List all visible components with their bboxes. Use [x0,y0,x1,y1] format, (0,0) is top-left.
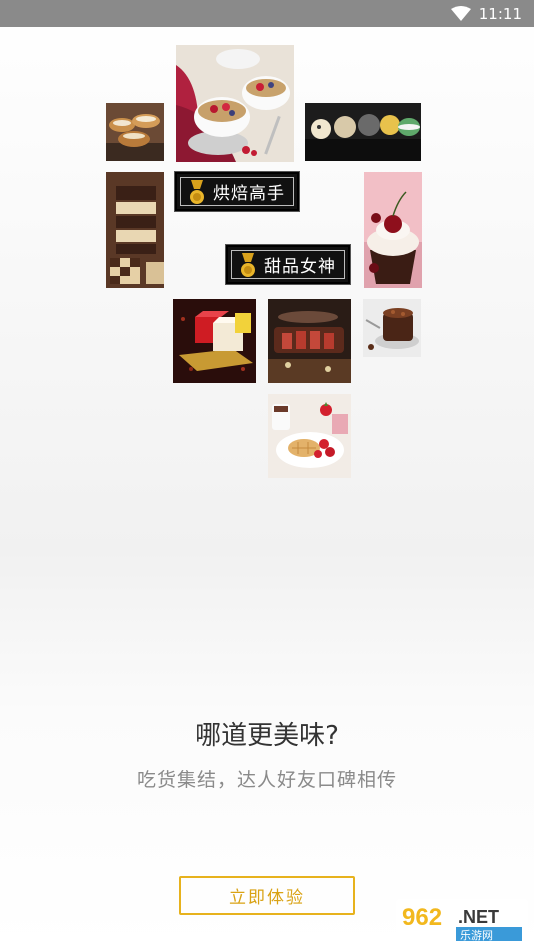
wifi-icon [450,6,471,21]
food-image-checker-cookies [106,172,164,288]
food-image-macarons [305,103,421,161]
watermark-site: 乐游网 [460,929,493,942]
medal-icon [241,253,255,277]
food-image-berry-bowls [176,45,294,162]
food-image-strawberry-plate [268,394,351,478]
food-image-eclairs [106,103,164,161]
watermark-suffix: .NET [458,907,499,927]
badge-baking-master: 烘焙高手 [175,172,299,211]
status-time: 11:11 [478,5,522,23]
badge-baking-label: 烘焙高手 [213,184,285,204]
page-title: 哪道更美味? [195,721,339,751]
badge-dessert-goddess: 甜品女神 [226,245,350,284]
watermark-number: 962 [402,904,442,931]
badge-dessert-label: 甜品女神 [264,257,336,277]
page-subtitle: 吃货集结，达人好友口碑相传 [136,769,397,791]
food-image-steak [268,299,351,383]
food-image-cherry-cupcake [364,172,422,288]
medal-icon [190,180,204,204]
food-image-chocolate-pot [363,299,421,357]
try-now-button[interactable]: 立即体验 [179,876,355,915]
food-image-cube-cakes [173,299,256,383]
status-bar: 11:11 [0,0,534,27]
watermark-logo: 962 .NET 乐游网 [396,899,528,943]
